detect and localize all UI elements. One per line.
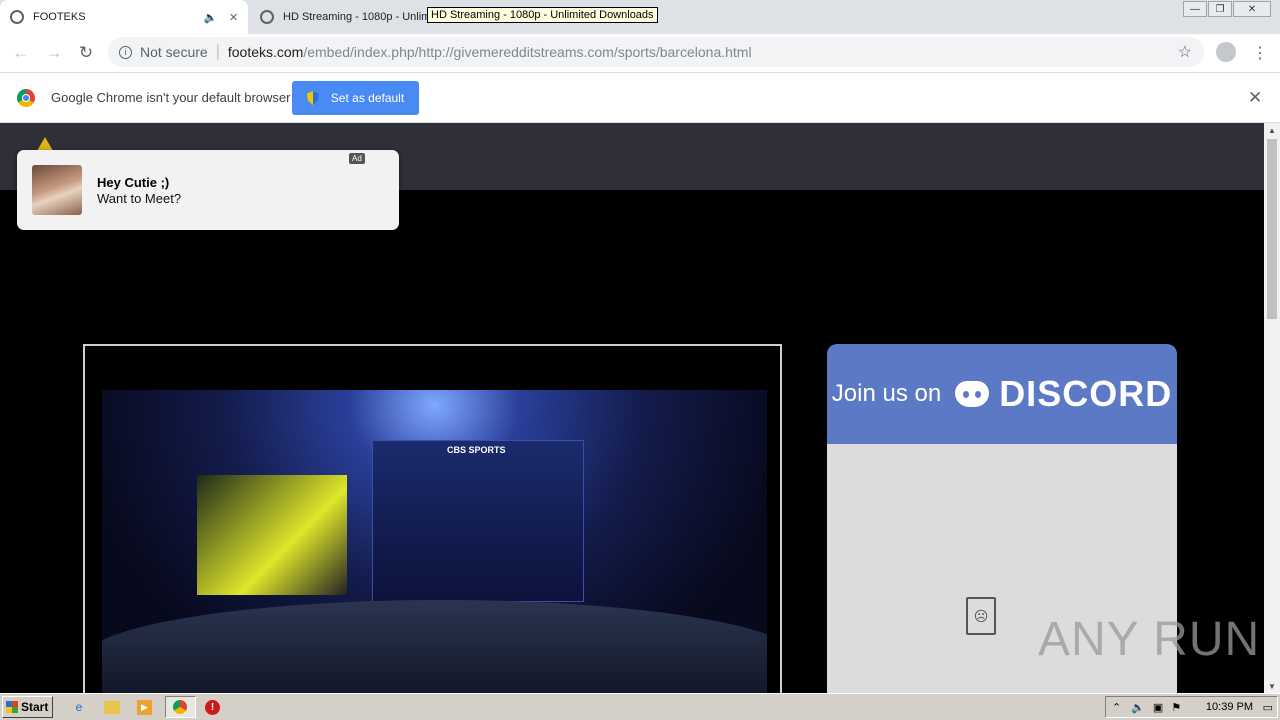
media-player-icon[interactable]: ▶ <box>137 700 152 715</box>
url-host: footeks.com <box>227 44 304 60</box>
tray-expand-icon[interactable]: ⌃ <box>1112 701 1121 714</box>
minimize-icon: — <box>1190 3 1200 15</box>
minimize-button[interactable]: — <box>1183 1 1207 17</box>
tab-strip: FOOTEKS 🔈 × HD Streaming - 1080p - Unlim… <box>0 0 1280 34</box>
bookmark-star-icon[interactable]: ☆ <box>1178 42 1192 62</box>
browser-toolbar: ← → ↻ i Not secure | footeks.com/embed/i… <box>0 34 1280 72</box>
discord-prefix: Join us on <box>831 380 942 407</box>
system-tray: ⌃ 🔈 ▣ ⚑ 10:39 PM ▭ <box>1105 696 1278 718</box>
address-bar[interactable]: i Not secure | footeks.com/embed/index.p… <box>108 37 1204 67</box>
tab-title: FOOTEKS <box>33 11 86 23</box>
infobar-message: Google Chrome isn't your default browser <box>51 90 291 105</box>
close-icon: ✕ <box>1247 3 1257 15</box>
arrow-right-icon: → <box>45 43 63 62</box>
notification-message: Want to Meet? <box>97 191 182 206</box>
internet-explorer-icon[interactable]: e <box>70 698 88 716</box>
notification-thumbnail <box>32 165 82 215</box>
start-button[interactable]: Start <box>2 696 53 718</box>
notification-title: Hey Cutie ;) <box>97 175 170 190</box>
shield-icon <box>306 91 319 105</box>
clock[interactable]: 10:39 PM <box>1206 701 1253 713</box>
video-player[interactable]: CBS SPORTS <box>83 344 782 693</box>
reload-button[interactable]: ↻ <box>75 42 97 64</box>
action-center-flag-icon[interactable]: ⚑ <box>1171 701 1181 714</box>
arrow-left-icon: ← <box>12 43 30 62</box>
opera-icon[interactable]: ! <box>205 700 220 715</box>
chrome-icon <box>173 700 187 714</box>
back-button[interactable]: ← <box>10 42 32 64</box>
speaker-icon[interactable]: 🔈 <box>204 11 218 24</box>
discord-banner[interactable]: Join us on DISCORD <box>827 344 1177 444</box>
scroll-up-icon[interactable]: ▲ <box>1264 123 1280 137</box>
page-scrollbar[interactable]: ▲ ▼ <box>1264 123 1280 693</box>
taskbar: Start e ▶ ! ⌃ 🔈 ▣ ⚑ 10:39 PM ▭ <box>0 693 1280 720</box>
windows-logo-icon <box>6 701 18 713</box>
web-page: Ad Hey Cutie ;) Want to Meet? CBS SPORTS… <box>0 123 1264 693</box>
tab-close-icon[interactable]: × <box>229 9 238 26</box>
globe-icon <box>10 10 24 24</box>
menu-kebab-icon[interactable]: ⋮ <box>1252 43 1268 63</box>
broken-page-icon: ☹ <box>966 597 996 635</box>
security-label: Not secure <box>140 44 208 60</box>
folder-icon[interactable] <box>104 701 120 714</box>
restore-icon: ❐ <box>1215 3 1225 15</box>
discord-wordmark: DISCORD <box>999 373 1173 414</box>
video-frame[interactable]: CBS SPORTS <box>102 390 767 693</box>
network-icon[interactable]: ▣ <box>1153 701 1163 714</box>
chrome-logo-icon <box>17 89 35 107</box>
default-browser-infobar: Google Chrome isn't your default browser… <box>0 72 1280 123</box>
restore-button[interactable]: ❐ <box>1208 1 1232 17</box>
scroll-thumb[interactable] <box>1267 139 1277 319</box>
studio-desk <box>102 600 767 693</box>
set-default-label: Set as default <box>330 91 405 105</box>
ad-notification[interactable]: Ad Hey Cutie ;) Want to Meet? <box>17 150 399 230</box>
studio-scoreboard <box>372 440 584 602</box>
tab-tooltip: HD Streaming - 1080p - Unlimited Downloa… <box>427 7 658 23</box>
globe-icon <box>260 10 274 24</box>
start-label: Start <box>21 700 49 714</box>
broadcaster-logo: CBS SPORTS <box>447 445 506 455</box>
infobar-close-icon[interactable]: ✕ <box>1248 88 1262 108</box>
profile-avatar[interactable] <box>1216 42 1236 62</box>
studio-screen <box>197 475 347 595</box>
set-default-button[interactable]: Set as default <box>292 81 419 115</box>
discord-logo-icon <box>955 381 990 407</box>
divider: | <box>215 43 220 60</box>
show-desktop-icon[interactable]: ▭ <box>1263 701 1273 714</box>
url-path: /embed/index.php/http://givemeredditstre… <box>303 44 752 60</box>
scroll-down-icon[interactable]: ▼ <box>1264 679 1280 693</box>
tab-footeks[interactable]: FOOTEKS 🔈 × <box>0 0 248 34</box>
forward-button[interactable]: → <box>43 42 65 64</box>
taskbar-chrome-button[interactable] <box>165 696 196 718</box>
anyrun-watermark: ANY RUN <box>1038 613 1261 666</box>
close-window-button[interactable]: ✕ <box>1233 1 1271 17</box>
reload-icon: ↻ <box>78 43 94 62</box>
info-icon[interactable]: i <box>119 45 132 59</box>
ad-badge: Ad <box>349 153 365 164</box>
volume-icon[interactable]: 🔈 <box>1131 701 1145 714</box>
